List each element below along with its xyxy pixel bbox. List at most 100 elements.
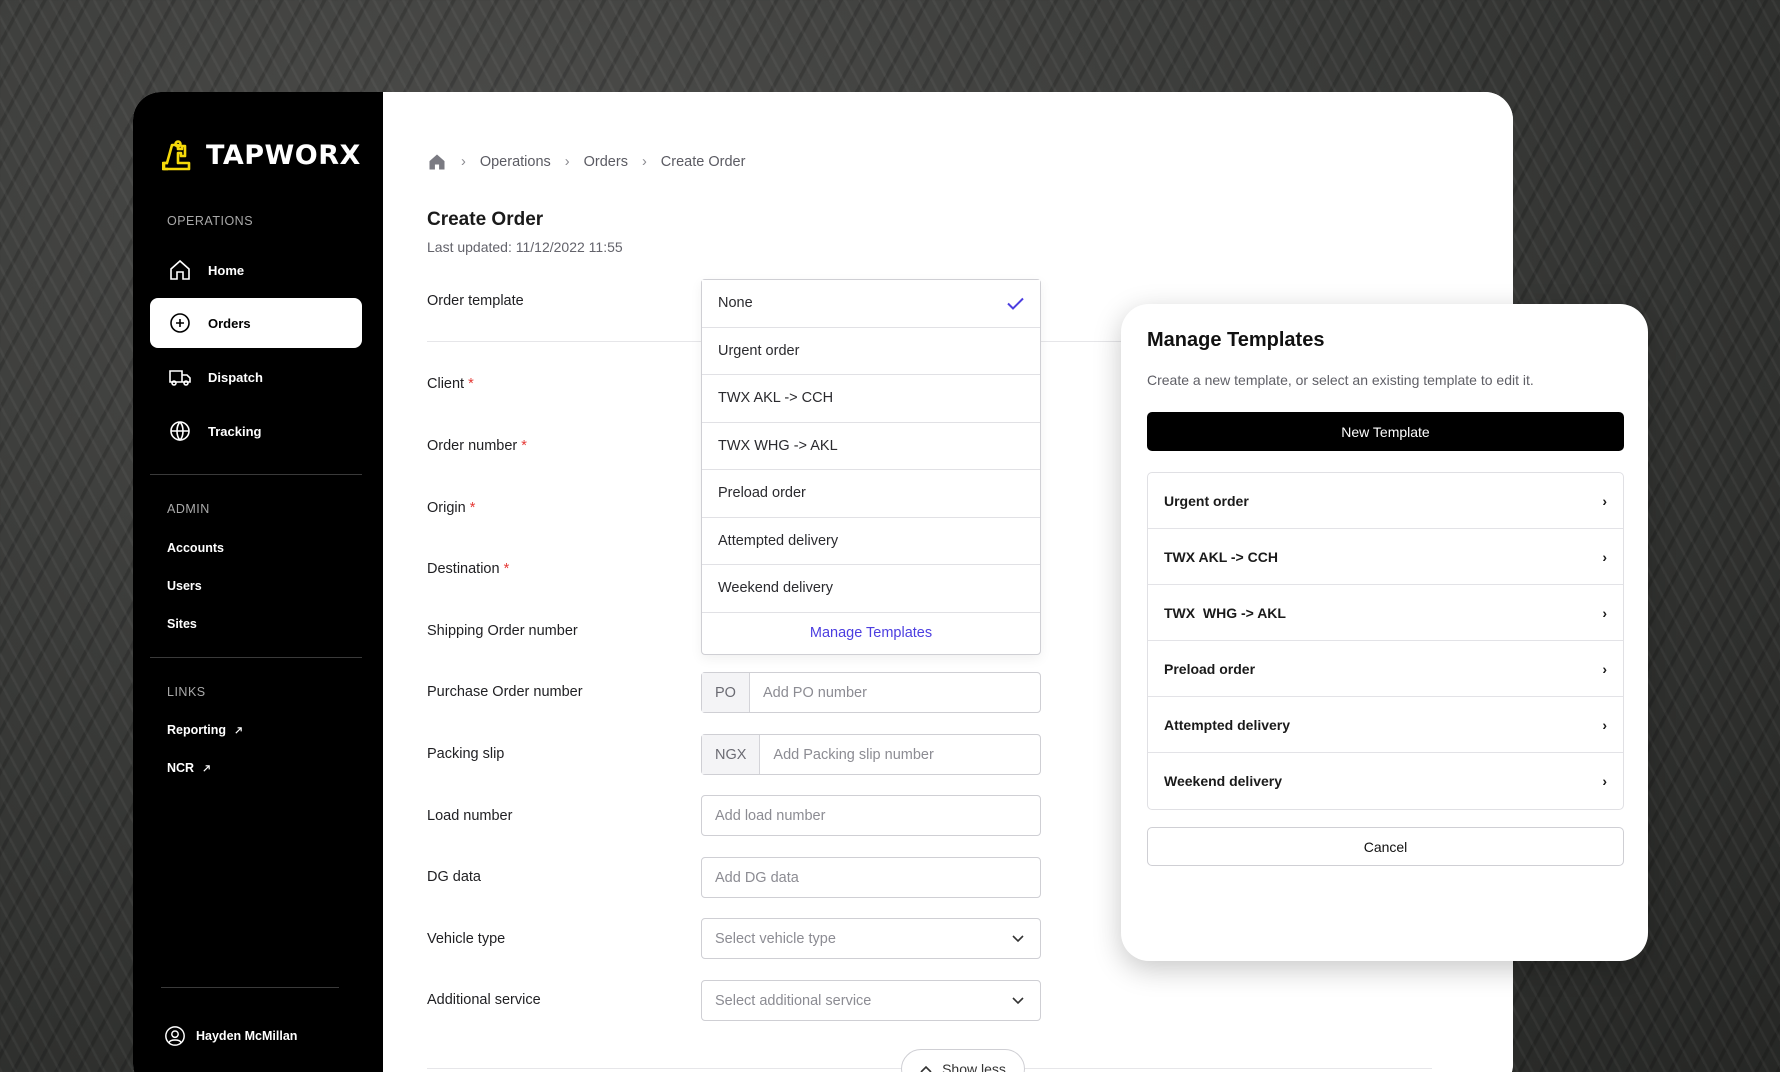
template-row[interactable]: Urgent order ›	[1148, 473, 1623, 529]
destination-label: Destination *	[427, 561, 510, 577]
last-updated: Last updated: 11/12/2022 11:55	[427, 239, 623, 255]
origin-label: Origin *	[427, 500, 476, 516]
show-less-label: Show less	[942, 1061, 1006, 1072]
external-link-icon	[203, 764, 210, 772]
globe-icon	[170, 421, 190, 442]
links-section-label: LINKS	[167, 685, 206, 699]
manage-templates-link[interactable]: Manage Templates	[702, 613, 1040, 654]
home-icon[interactable]	[427, 152, 447, 172]
chevron-right-icon: ›	[1602, 604, 1607, 621]
packing-prefix: NGX	[702, 735, 761, 774]
client-label: Client *	[427, 376, 474, 392]
template-row[interactable]: Preload order ›	[1148, 641, 1623, 697]
shipping-order-number-label: Shipping Order number	[427, 623, 578, 639]
operations-section-label: OPERATIONS	[167, 214, 254, 228]
chevron-right-icon: ›	[461, 154, 466, 170]
sidebar-item-label: NCR	[167, 761, 195, 775]
logo[interactable]: TAPWORX	[162, 139, 361, 171]
chevron-right-icon: ›	[1602, 773, 1607, 789]
template-option[interactable]: Preload order	[702, 470, 1040, 518]
vehicle-type-select[interactable]: Select vehicle type	[701, 918, 1041, 959]
sidebar-item-label: Reporting	[167, 723, 227, 737]
breadcrumb-operations[interactable]: Operations	[480, 154, 551, 170]
tap-logo-icon	[162, 140, 191, 171]
template-row[interactable]: TWX WHG -> AKL ›	[1148, 585, 1623, 641]
home-icon	[170, 259, 190, 280]
order-template-dropdown: None Urgent order TWX AKL -> CCH TWX WHG…	[701, 279, 1041, 655]
sidebar-item-reporting[interactable]: Reporting	[167, 723, 243, 737]
additional-service-select[interactable]: Select additional service	[701, 980, 1041, 1021]
sidebar-item-sites[interactable]: Sites	[167, 617, 197, 631]
vehicle-type-label: Vehicle type	[427, 931, 506, 947]
panel-title: Manage Templates	[1147, 329, 1325, 351]
purchase-order-number-label: Purchase Order number	[427, 684, 583, 700]
sidebar-item-label: Tracking	[208, 423, 262, 439]
packing-placeholder: Add Packing slip number	[773, 746, 934, 763]
chevron-right-icon: ›	[641, 154, 647, 170]
po-number-input[interactable]: PO Add PO number	[701, 672, 1041, 713]
sidebar-item-label: Dispatch	[208, 369, 263, 385]
sidebar-item-ncr[interactable]: NCR	[167, 761, 211, 775]
dg-data-input[interactable]: Add DG data	[701, 857, 1041, 898]
template-row[interactable]: Attempted delivery ›	[1148, 697, 1623, 753]
chevron-right-icon: ›	[1602, 492, 1607, 509]
manage-templates-panel: Manage Templates Create a new template, …	[1121, 304, 1648, 961]
admin-section-label: ADMIN	[167, 502, 210, 516]
user-name: Hayden McMillan	[196, 1029, 298, 1043]
chevron-down-icon	[1012, 996, 1024, 1004]
breadcrumb-create-order: Create Order	[660, 154, 746, 170]
chevron-right-icon: ›	[564, 154, 570, 170]
sidebar-divider	[150, 657, 362, 658]
sidebar-item-label: Home	[208, 262, 245, 278]
show-less-button[interactable]: Show less	[901, 1049, 1025, 1072]
sidebar-item-users[interactable]: Users	[167, 579, 202, 593]
vehicle-placeholder: Select vehicle type	[715, 930, 836, 947]
packing-slip-input[interactable]: NGX Add Packing slip number	[701, 734, 1041, 775]
template-row[interactable]: TWX AKL -> CCH ›	[1148, 529, 1623, 585]
order-number-label: Order number *	[427, 438, 527, 454]
dg-data-label: DG data	[427, 869, 481, 885]
load-placeholder: Add load number	[715, 807, 826, 824]
template-option[interactable]: Weekend delivery	[702, 565, 1040, 613]
packing-slip-label: Packing slip	[427, 746, 505, 762]
additional-service-label: Additional service	[427, 992, 541, 1008]
sidebar: TAPWORX OPERATIONS Home Orders Dispatch …	[133, 92, 383, 1072]
load-number-input[interactable]: Add load number	[701, 795, 1041, 836]
template-option[interactable]: Attempted delivery	[702, 518, 1040, 565]
external-link-icon	[235, 726, 242, 734]
load-number-label: Load number	[427, 808, 513, 824]
sidebar-item-home[interactable]: Home	[150, 245, 362, 295]
sidebar-item-tracking[interactable]: Tracking	[150, 406, 362, 456]
sidebar-item-accounts[interactable]: Accounts	[167, 541, 224, 555]
po-placeholder: Add PO number	[762, 684, 867, 701]
template-list: Urgent order › TWX AKL -> CCH › TWX WHG ->…	[1147, 472, 1624, 810]
template-option[interactable]: Urgent order	[702, 328, 1040, 375]
check-icon	[1007, 297, 1024, 310]
service-placeholder: Select additional service	[715, 992, 872, 1009]
template-option-none[interactable]: None	[702, 280, 1040, 328]
sidebar-item-label: Orders	[208, 315, 251, 331]
order-template-label: Order template	[427, 293, 524, 309]
panel-description: Create a new template, or select an exis…	[1147, 372, 1534, 388]
template-option[interactable]: TWX WHG -> AKL	[702, 423, 1040, 470]
chevron-right-icon: ›	[1602, 660, 1607, 677]
brand-name: TAPWORX	[206, 139, 361, 171]
sidebar-divider	[150, 474, 362, 475]
breadcrumb-orders[interactable]: Orders	[584, 154, 628, 170]
breadcrumb: › Operations › Orders › Create Order	[427, 152, 745, 172]
dg-placeholder: Add DG data	[715, 869, 799, 886]
chevron-down-icon	[1012, 934, 1024, 942]
po-prefix: PO	[702, 673, 750, 712]
template-option[interactable]: TWX AKL -> CCH	[702, 375, 1040, 423]
sidebar-divider	[161, 987, 339, 988]
truck-icon	[169, 370, 191, 386]
chevron-right-icon: ›	[1602, 548, 1607, 565]
new-template-button[interactable]: New Template	[1147, 412, 1624, 451]
user-profile[interactable]: Hayden McMillan	[164, 1025, 297, 1047]
page-title: Create Order	[427, 209, 544, 230]
sidebar-item-orders[interactable]: Orders	[150, 298, 362, 348]
template-row[interactable]: Weekend delivery ›	[1148, 753, 1623, 809]
cancel-button[interactable]: Cancel	[1147, 827, 1624, 866]
sidebar-item-dispatch[interactable]: Dispatch	[150, 352, 362, 402]
chevron-up-icon	[920, 1065, 932, 1072]
